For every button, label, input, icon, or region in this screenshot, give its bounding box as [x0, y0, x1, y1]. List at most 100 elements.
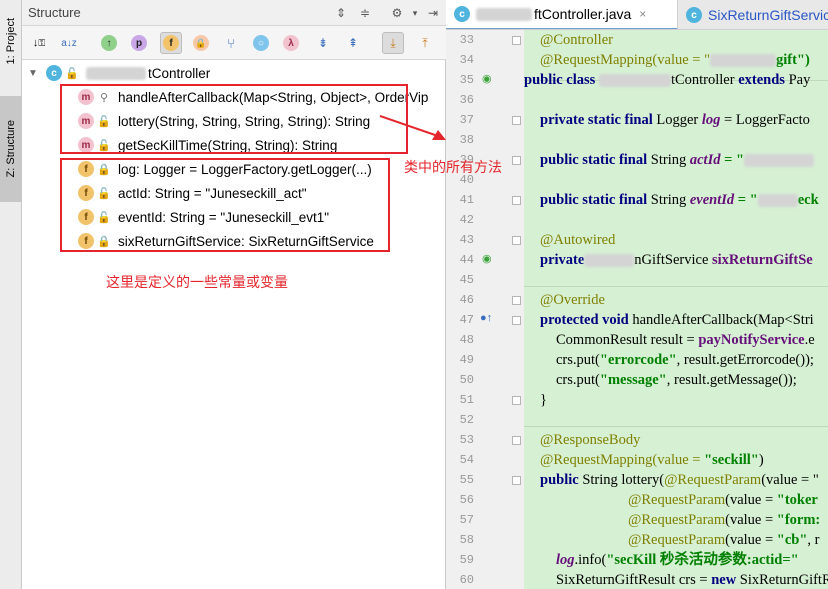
- redacted-text: [86, 66, 146, 80]
- method-separator: [524, 426, 828, 427]
- class-icon: c: [46, 65, 62, 81]
- fold-marker[interactable]: [512, 196, 521, 205]
- fold-marker[interactable]: [512, 476, 521, 485]
- code-line: crs.put("message", result.getMessage());: [556, 372, 797, 388]
- show-fields-icon[interactable]: f: [160, 32, 182, 54]
- structure-panel: Structure ⇕ ≑ ⚙ ▾ ⇥ ↓ ⚿ a↓z ↑ p f 🔒 ⑂ ○ λ…: [22, 0, 446, 589]
- hide-panel-icon[interactable]: ⇥: [424, 4, 442, 22]
- line-number: 49: [459, 353, 474, 367]
- code-line: @Autowired: [540, 232, 616, 248]
- code-line: private static final Logger log = Logger…: [540, 112, 810, 128]
- editor-tabs: c ftController.java × c SixReturnGiftSer…: [446, 0, 828, 30]
- code-line: protected void handleAfterCallback(Map<S…: [540, 312, 814, 328]
- code-line: @RequestParam(value = "toker: [628, 492, 818, 508]
- collapse-icon[interactable]: ⇞: [342, 32, 364, 54]
- structure-tab-label: Z: Structure: [4, 120, 17, 178]
- close-icon[interactable]: ×: [639, 7, 646, 21]
- sort-alpha-icon[interactable]: a↓z: [58, 32, 80, 54]
- line-number: 43: [459, 233, 474, 247]
- override-gutter-icon[interactable]: ●↑: [480, 312, 492, 324]
- tab-label: ftController.java: [534, 6, 632, 22]
- expand-all-icon[interactable]: ⇕: [332, 4, 350, 22]
- code-line: public class tController extends Pay: [524, 72, 811, 88]
- fold-marker[interactable]: [512, 236, 521, 245]
- fold-marker[interactable]: [512, 296, 521, 305]
- show-lambdas-icon[interactable]: λ: [280, 32, 302, 54]
- show-non-public-icon[interactable]: 🔒: [190, 32, 212, 54]
- code-line: @RequestMapping(value = "seckill"): [540, 452, 764, 468]
- line-number: 45: [459, 273, 474, 287]
- tree-class-node[interactable]: ▼ c 🔓 tController: [28, 62, 210, 84]
- expand-icon[interactable]: ⇟: [312, 32, 334, 54]
- code-line: SixReturnGiftResult crs = new SixReturnG…: [556, 572, 828, 588]
- line-number: 60: [459, 573, 474, 587]
- methods-annotation: 类中的所有方法: [404, 159, 502, 175]
- code-line: @RequestParam(value = "cb", r: [628, 532, 820, 548]
- code-editor: c ftController.java × c SixReturnGiftSer…: [446, 0, 828, 589]
- line-number: 41: [459, 193, 474, 207]
- fold-marker[interactable]: [512, 316, 521, 325]
- structure-tool-tab[interactable]: Z: Structure: [0, 96, 21, 202]
- line-number: 51: [459, 393, 474, 407]
- code-area[interactable]: @Controller @RequestMapping(value = " gif…: [524, 30, 828, 589]
- code-line: @RequestMapping(value = " gift"): [540, 52, 810, 68]
- line-number: 59: [459, 553, 474, 567]
- line-number: 53: [459, 433, 474, 447]
- fields-annotation: 这里是定义的一些常量或变量: [106, 274, 288, 290]
- line-number: 48: [459, 333, 474, 347]
- structure-toolbar: ↓ ⚿ a↓z ↑ p f 🔒 ⑂ ○ λ ⇟ ⇞ ⤓ ⤒: [22, 26, 446, 60]
- autowired-gutter-icon[interactable]: ◉: [482, 252, 492, 265]
- autoscroll-to-source-icon[interactable]: ⤓: [382, 32, 404, 54]
- fold-marker[interactable]: [512, 36, 521, 45]
- bean-gutter-icon[interactable]: ◉: [482, 72, 492, 85]
- code-line: @ResponseBody: [540, 432, 641, 448]
- line-number: 56: [459, 493, 474, 507]
- editor-tab-active[interactable]: c ftController.java ×: [446, 0, 678, 29]
- fold-marker[interactable]: [512, 156, 521, 165]
- code-line: }: [540, 392, 547, 408]
- code-line: @RequestParam(value = "form:: [628, 512, 821, 528]
- line-number: 35: [459, 73, 474, 87]
- line-number: 33: [459, 33, 474, 47]
- fold-marker[interactable]: [512, 436, 521, 445]
- methods-highlight-box: [60, 84, 408, 154]
- code-line: private nGiftService sixReturnGiftSe: [540, 252, 813, 268]
- collapse-all-icon[interactable]: ≑: [356, 4, 374, 22]
- class-name: tController: [148, 65, 211, 81]
- show-properties-icon[interactable]: p: [128, 32, 150, 54]
- line-number: 55: [459, 473, 474, 487]
- tab-label: SixReturnGiftServic: [708, 7, 828, 23]
- line-number: 58: [459, 533, 474, 547]
- chevron-down-icon[interactable]: ▼: [28, 68, 46, 79]
- line-number: 34: [459, 53, 474, 67]
- panel-title: Structure: [28, 5, 81, 20]
- sort-visibility-icon[interactable]: ↓ ⚿: [28, 32, 50, 54]
- code-line: public String lottery(@RequestParam(valu…: [540, 472, 819, 488]
- line-number: 47: [459, 313, 474, 327]
- code-line: crs.put("errorcode", result.getErrorcode…: [556, 352, 814, 368]
- line-number: 36: [459, 93, 474, 107]
- method-separator: [524, 286, 828, 287]
- structure-header: Structure ⇕ ≑ ⚙ ▾ ⇥: [22, 0, 446, 26]
- editor-tab[interactable]: c SixReturnGiftServic: [678, 0, 828, 29]
- code-line: CommonResult result = payNotifyService.e: [556, 332, 815, 348]
- show-anonymous-icon[interactable]: ○: [250, 32, 272, 54]
- annotation-arrow: [379, 115, 446, 140]
- line-number: 57: [459, 513, 474, 527]
- chevron-down-icon[interactable]: ▾: [406, 4, 424, 22]
- autoscroll-from-source-icon[interactable]: ⤒: [414, 32, 436, 54]
- line-number: 54: [459, 453, 474, 467]
- code-line: @Controller: [540, 32, 613, 48]
- line-number: 46: [459, 293, 474, 307]
- show-hierarchy-icon[interactable]: ⑂: [220, 32, 242, 54]
- code-line: public static final String eventId = " ec…: [540, 192, 819, 208]
- show-inherited-icon[interactable]: ↑: [98, 32, 120, 54]
- code-line: log.info("secKill 秒杀活动参数:actid=": [556, 552, 799, 568]
- class-icon: c: [686, 7, 702, 23]
- fold-marker[interactable]: [512, 116, 521, 125]
- line-number: 44: [459, 253, 474, 267]
- project-tool-tab[interactable]: 1: Project: [0, 6, 21, 76]
- class-icon: c: [454, 6, 470, 22]
- fold-marker[interactable]: [512, 396, 521, 405]
- gear-icon[interactable]: ⚙: [388, 4, 406, 22]
